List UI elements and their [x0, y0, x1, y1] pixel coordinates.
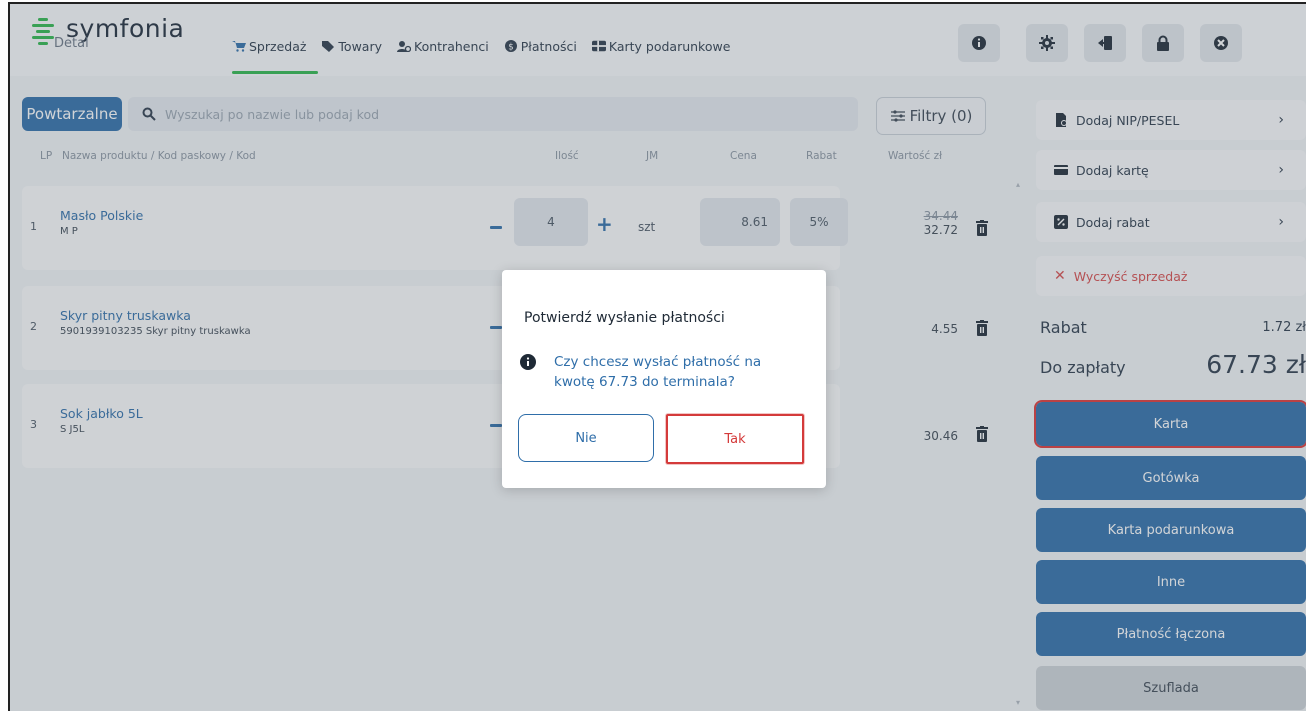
dialog-title: Potwierdź wysłanie płatności [524, 310, 725, 326]
app-window: symfonia Detal Sprzedaż Towary Kontrahen… [8, 2, 1306, 711]
yes-button[interactable]: Tak [666, 414, 804, 464]
confirm-payment-dialog: Potwierdź wysłanie płatności Czy chcesz … [502, 270, 826, 488]
info-icon [520, 354, 536, 370]
dialog-message: Czy chcesz wysłać płatność na kwotę 67.7… [554, 354, 762, 390]
no-button[interactable]: Nie [518, 414, 654, 462]
